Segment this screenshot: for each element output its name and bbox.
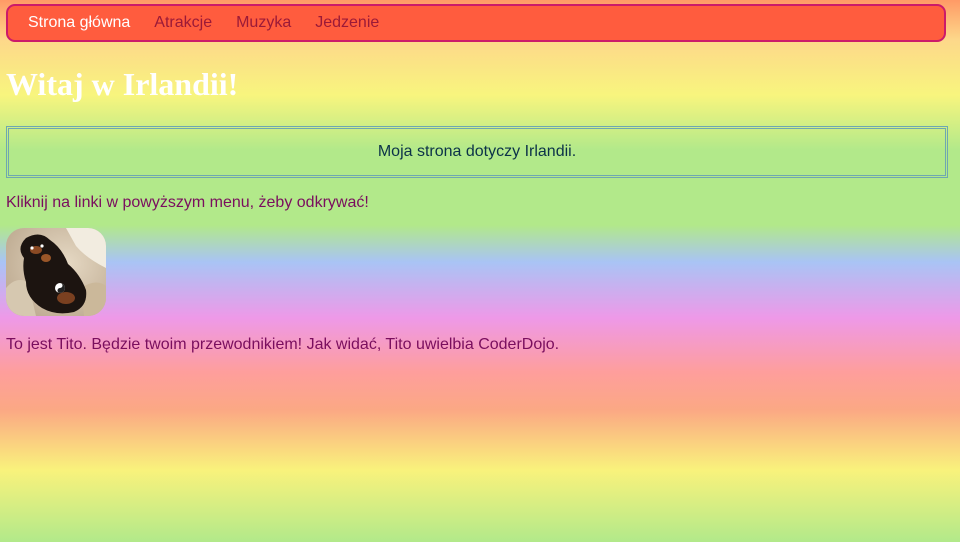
caption-text: To jest Tito. Będzie twoim przewodnikiem… (6, 336, 560, 353)
nav-link-home[interactable]: Strona główna (28, 14, 130, 32)
main-navigation: Strona główna Atrakcje Muzyka Jedzenie (6, 4, 946, 42)
instruction-text: Kliknij na linki w powyższym menu, żeby … (6, 194, 369, 211)
nav-link-music[interactable]: Muzyka (236, 14, 291, 32)
nav-link-attractions[interactable]: Atrakcje (154, 14, 212, 32)
page-title: Witaj w Irlandii! (6, 66, 239, 102)
nav-link-food[interactable]: Jedzenie (315, 14, 379, 32)
intro-box: Moja strona dotyczy Irlandii. (6, 126, 948, 178)
intro-text: Moja strona dotyczy Irlandii. (377, 143, 577, 160)
dog-photo-image (6, 228, 106, 316)
dog-photo (6, 228, 106, 316)
